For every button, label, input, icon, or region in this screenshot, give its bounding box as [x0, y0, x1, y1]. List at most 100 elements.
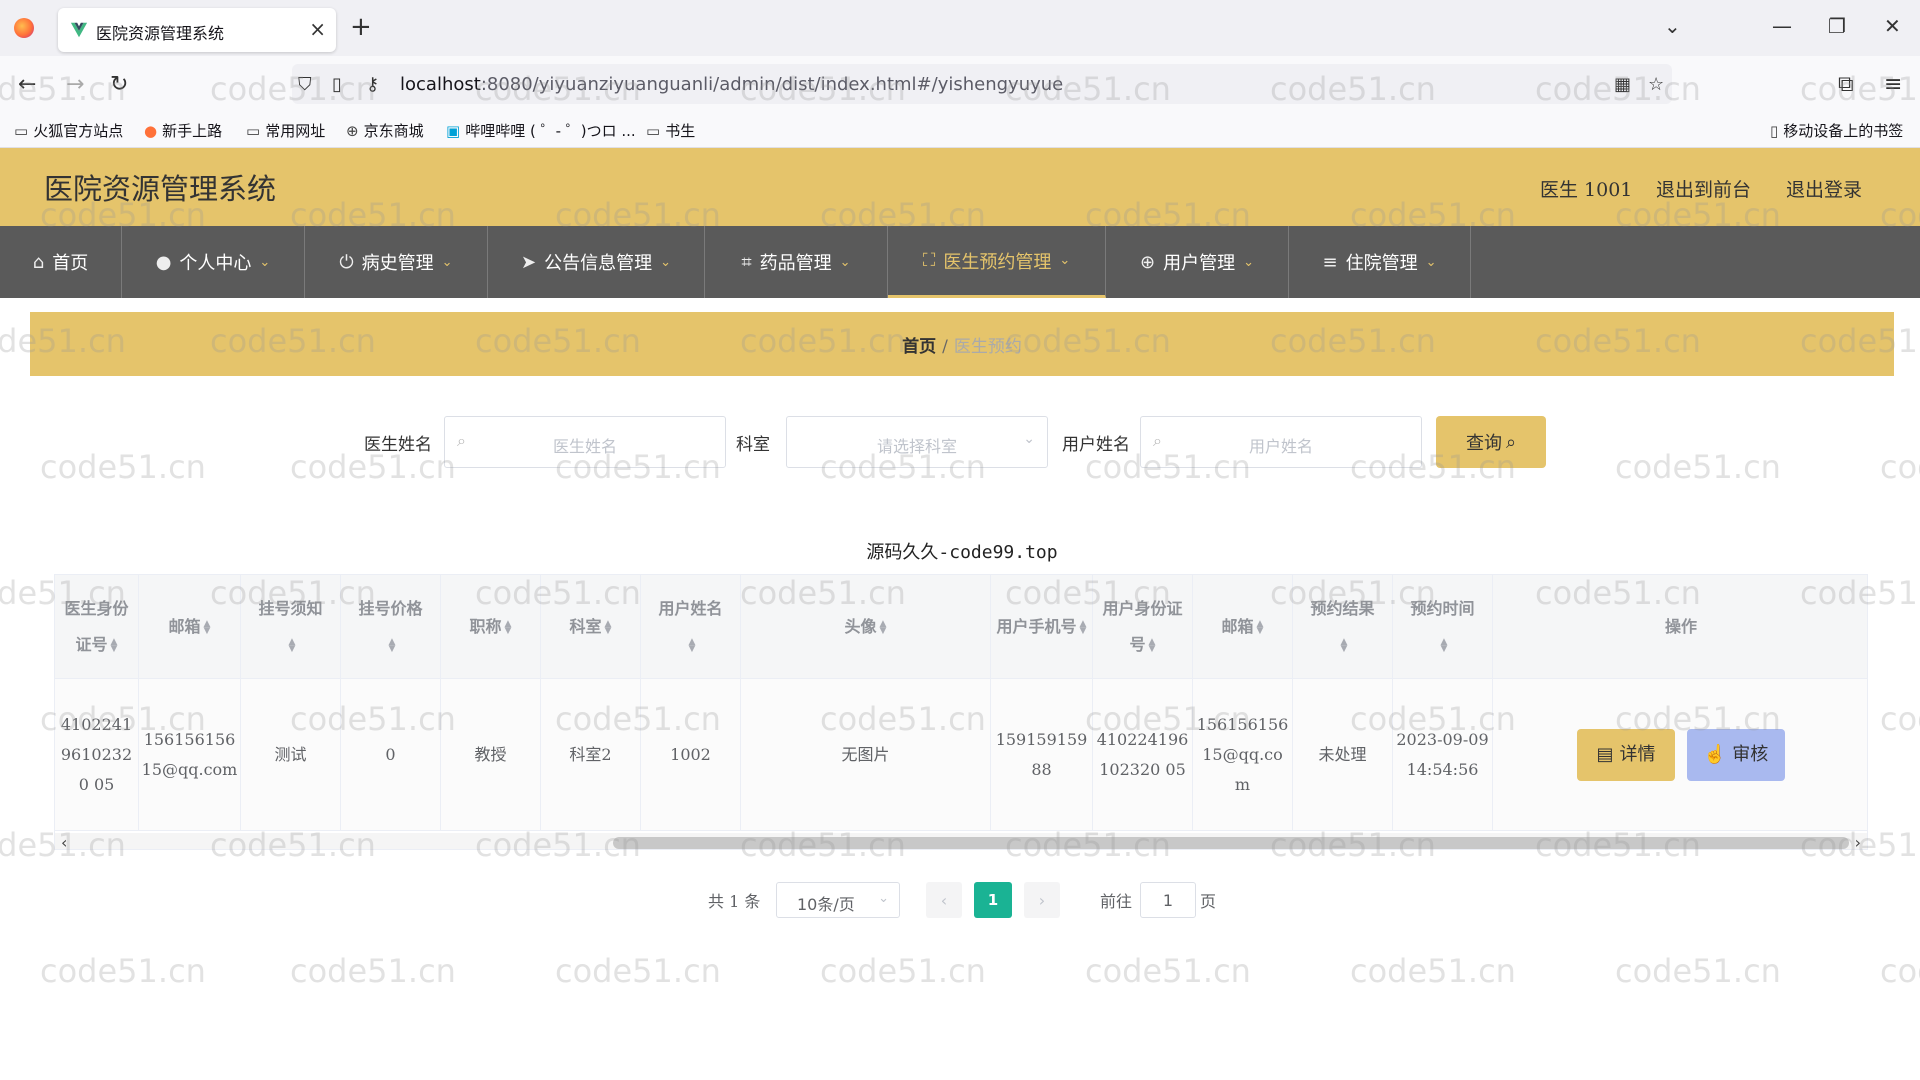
- department-label: 科室: [736, 435, 770, 455]
- column-header[interactable]: 职称 ▲ ▼: [441, 575, 541, 679]
- chevron-down-icon: ⌄: [878, 891, 889, 906]
- user-name-placeholder: 用户姓名: [1248, 437, 1313, 456]
- minimize-icon[interactable]: —: [1772, 14, 1792, 38]
- folder-icon: ▭: [246, 122, 261, 140]
- sort-icon[interactable]: ▲ ▼: [289, 637, 296, 653]
- column-header[interactable]: 用户手机号 ▲ ▼: [991, 575, 1093, 679]
- watermark-text: code51.cn: [1085, 952, 1251, 990]
- column-header[interactable]: 挂号须知 ▲ ▼: [241, 575, 341, 679]
- scroll-thumb[interactable]: [613, 837, 1849, 849]
- send-icon: ➤: [521, 251, 537, 273]
- detail-button[interactable]: ▤ 详情: [1577, 729, 1675, 781]
- column-header[interactable]: 邮箱 ▲ ▼: [139, 575, 241, 679]
- query-button[interactable]: 查询 ⌕: [1436, 416, 1546, 468]
- page-icon[interactable]: ▯: [332, 74, 342, 95]
- reload-icon[interactable]: ↻: [110, 72, 128, 97]
- page-number-current[interactable]: 1: [974, 882, 1012, 918]
- sort-icon[interactable]: ▲ ▼: [1341, 637, 1348, 653]
- page-unit-label: 页: [1200, 892, 1217, 911]
- nav-label: 公告信息管理: [544, 253, 653, 274]
- sort-icon[interactable]: ▲ ▼: [689, 637, 696, 653]
- sort-icon[interactable]: ▲ ▼: [1257, 619, 1264, 635]
- user-name-input[interactable]: ⌕ 用户姓名: [1140, 416, 1422, 468]
- horizontal-scrollbar[interactable]: ‹ ›: [55, 833, 1867, 849]
- sort-icon[interactable]: ▲ ▼: [880, 619, 887, 635]
- nav-item-appointment[interactable]: ⛶ 医生预约管理 ⌄: [888, 226, 1106, 298]
- key-icon[interactable]: ⚷: [366, 74, 379, 95]
- breadcrumb: 首页 / 医生预约: [30, 332, 1894, 357]
- window-close-icon[interactable]: ✕: [1884, 14, 1901, 38]
- tab-close-icon[interactable]: ×: [309, 17, 326, 41]
- table-cell: 15615615615@qq.com: [139, 679, 241, 831]
- column-header[interactable]: 科室 ▲ ▼: [541, 575, 641, 679]
- nav-item-notice[interactable]: ➤ 公告信息管理 ⌄: [488, 226, 705, 298]
- scroll-left-icon[interactable]: ‹: [61, 833, 67, 849]
- column-header[interactable]: 预约结果 ▲ ▼: [1293, 575, 1393, 679]
- chevron-down-icon: ⌄: [660, 254, 671, 270]
- sort-icon[interactable]: ▲ ▼: [204, 619, 211, 635]
- exit-to-front-link[interactable]: 退出到前台: [1656, 175, 1751, 202]
- nav-label: 首页: [52, 253, 89, 274]
- browser-navbar: ← → ↻ ⛉ ▯ ⚷ localhost:8080/yiyuanziyuang…: [0, 56, 1920, 112]
- nav-item-personal[interactable]: ● 个人中心 ⌄: [122, 226, 305, 298]
- column-header[interactable]: 挂号价格 ▲ ▼: [341, 575, 441, 679]
- column-header[interactable]: 用户身份证号 ▲ ▼: [1093, 575, 1193, 679]
- column-header[interactable]: 用户姓名 ▲ ▼: [641, 575, 741, 679]
- logout-link[interactable]: 退出登录: [1786, 175, 1862, 202]
- bookmark-item[interactable]: ▭ 常用网址: [246, 120, 325, 141]
- mobile-bookmarks[interactable]: ▯ 移动设备上的书签: [1770, 120, 1903, 141]
- doctor-name-placeholder: 医生姓名: [552, 437, 617, 456]
- bookmark-star-icon[interactable]: ☆: [1648, 74, 1664, 95]
- next-page-button[interactable]: ›: [1024, 882, 1060, 918]
- sort-icon[interactable]: ▲ ▼: [1149, 637, 1156, 653]
- qr-code-icon[interactable]: ▦: [1614, 74, 1631, 95]
- sort-icon[interactable]: ▲ ▼: [605, 619, 612, 635]
- crop-icon: ⌗: [741, 251, 752, 273]
- nav-item-history[interactable]: ⏻ 病史管理 ⌄: [305, 226, 488, 298]
- tab-list-icon[interactable]: ⌄: [1664, 14, 1681, 38]
- table-cell: 未处理: [1293, 679, 1393, 831]
- extensions-icon[interactable]: ⧉: [1838, 72, 1854, 97]
- new-tab-icon[interactable]: +: [350, 12, 372, 42]
- search-icon: ⌕: [1505, 431, 1517, 453]
- sort-icon[interactable]: ▲ ▼: [1080, 619, 1087, 635]
- doctor-name-input[interactable]: ⌕ 医生姓名: [444, 416, 726, 468]
- restore-icon[interactable]: ❐: [1828, 14, 1846, 38]
- chevron-down-icon: ⌄: [1243, 254, 1254, 270]
- nav-item-users[interactable]: ⊕ 用户管理 ⌄: [1106, 226, 1289, 298]
- url-bar[interactable]: ⛉ ▯ ⚷ localhost:8080/yiyuanziyuanguanli/…: [292, 64, 1672, 104]
- nav-item-home[interactable]: ⌂ 首页: [0, 226, 122, 298]
- audit-button[interactable]: ☝ 审核: [1687, 729, 1785, 781]
- column-header[interactable]: 医生身份证号 ▲ ▼: [55, 575, 139, 679]
- bookmark-item[interactable]: ● 新手上路: [144, 120, 222, 141]
- watermark-text: code51.cn: [1880, 952, 1920, 990]
- sort-icon[interactable]: ▲ ▼: [1441, 637, 1448, 653]
- column-header[interactable]: 预约时间 ▲ ▼: [1393, 575, 1493, 679]
- bookmark-item[interactable]: ▣ 哔哩哔哩 ( ゜- ゜)つロ ...: [446, 120, 636, 141]
- nav-item-inpatient[interactable]: ≡ 住院管理 ⌄: [1289, 226, 1471, 298]
- bookmark-item[interactable]: ▭ 火狐官方站点: [14, 120, 123, 141]
- sort-icon[interactable]: ▲ ▼: [505, 619, 512, 635]
- sort-icon[interactable]: ▲ ▼: [111, 637, 118, 653]
- prev-page-button[interactable]: ‹: [926, 882, 962, 918]
- bookmark-item[interactable]: ▭ 书生: [646, 120, 695, 141]
- sort-icon[interactable]: ▲ ▼: [389, 637, 396, 653]
- app-header: 医院资源管理系统 医生 1001 退出到前台 退出登录: [0, 148, 1920, 226]
- url-text[interactable]: localhost:8080/yiyuanziyuanguanli/admin/…: [400, 74, 1063, 95]
- bookmark-item[interactable]: ⊕ 京东商城: [346, 120, 424, 141]
- page-size-select[interactable]: 10条/页 ⌄: [776, 882, 900, 918]
- scroll-right-icon[interactable]: ›: [1855, 833, 1861, 849]
- column-header[interactable]: 邮箱 ▲ ▼: [1193, 575, 1293, 679]
- back-icon[interactable]: ←: [18, 72, 36, 97]
- app-menu-icon[interactable]: ≡: [1884, 72, 1902, 97]
- nav-label: 药品管理: [759, 253, 832, 274]
- department-select[interactable]: 请选择科室 ⌄: [786, 416, 1048, 468]
- breadcrumb-home[interactable]: 首页: [902, 337, 936, 357]
- firefox-logo-icon[interactable]: [14, 18, 34, 38]
- column-header[interactable]: 头像 ▲ ▼: [741, 575, 991, 679]
- nav-item-medicine[interactable]: ⌗ 药品管理 ⌄: [705, 226, 888, 298]
- browser-tab[interactable]: 医院资源管理系统 ×: [58, 8, 336, 52]
- forward-icon[interactable]: →: [66, 72, 84, 97]
- shield-icon[interactable]: ⛉: [298, 74, 312, 95]
- goto-page-input[interactable]: 1: [1140, 882, 1196, 918]
